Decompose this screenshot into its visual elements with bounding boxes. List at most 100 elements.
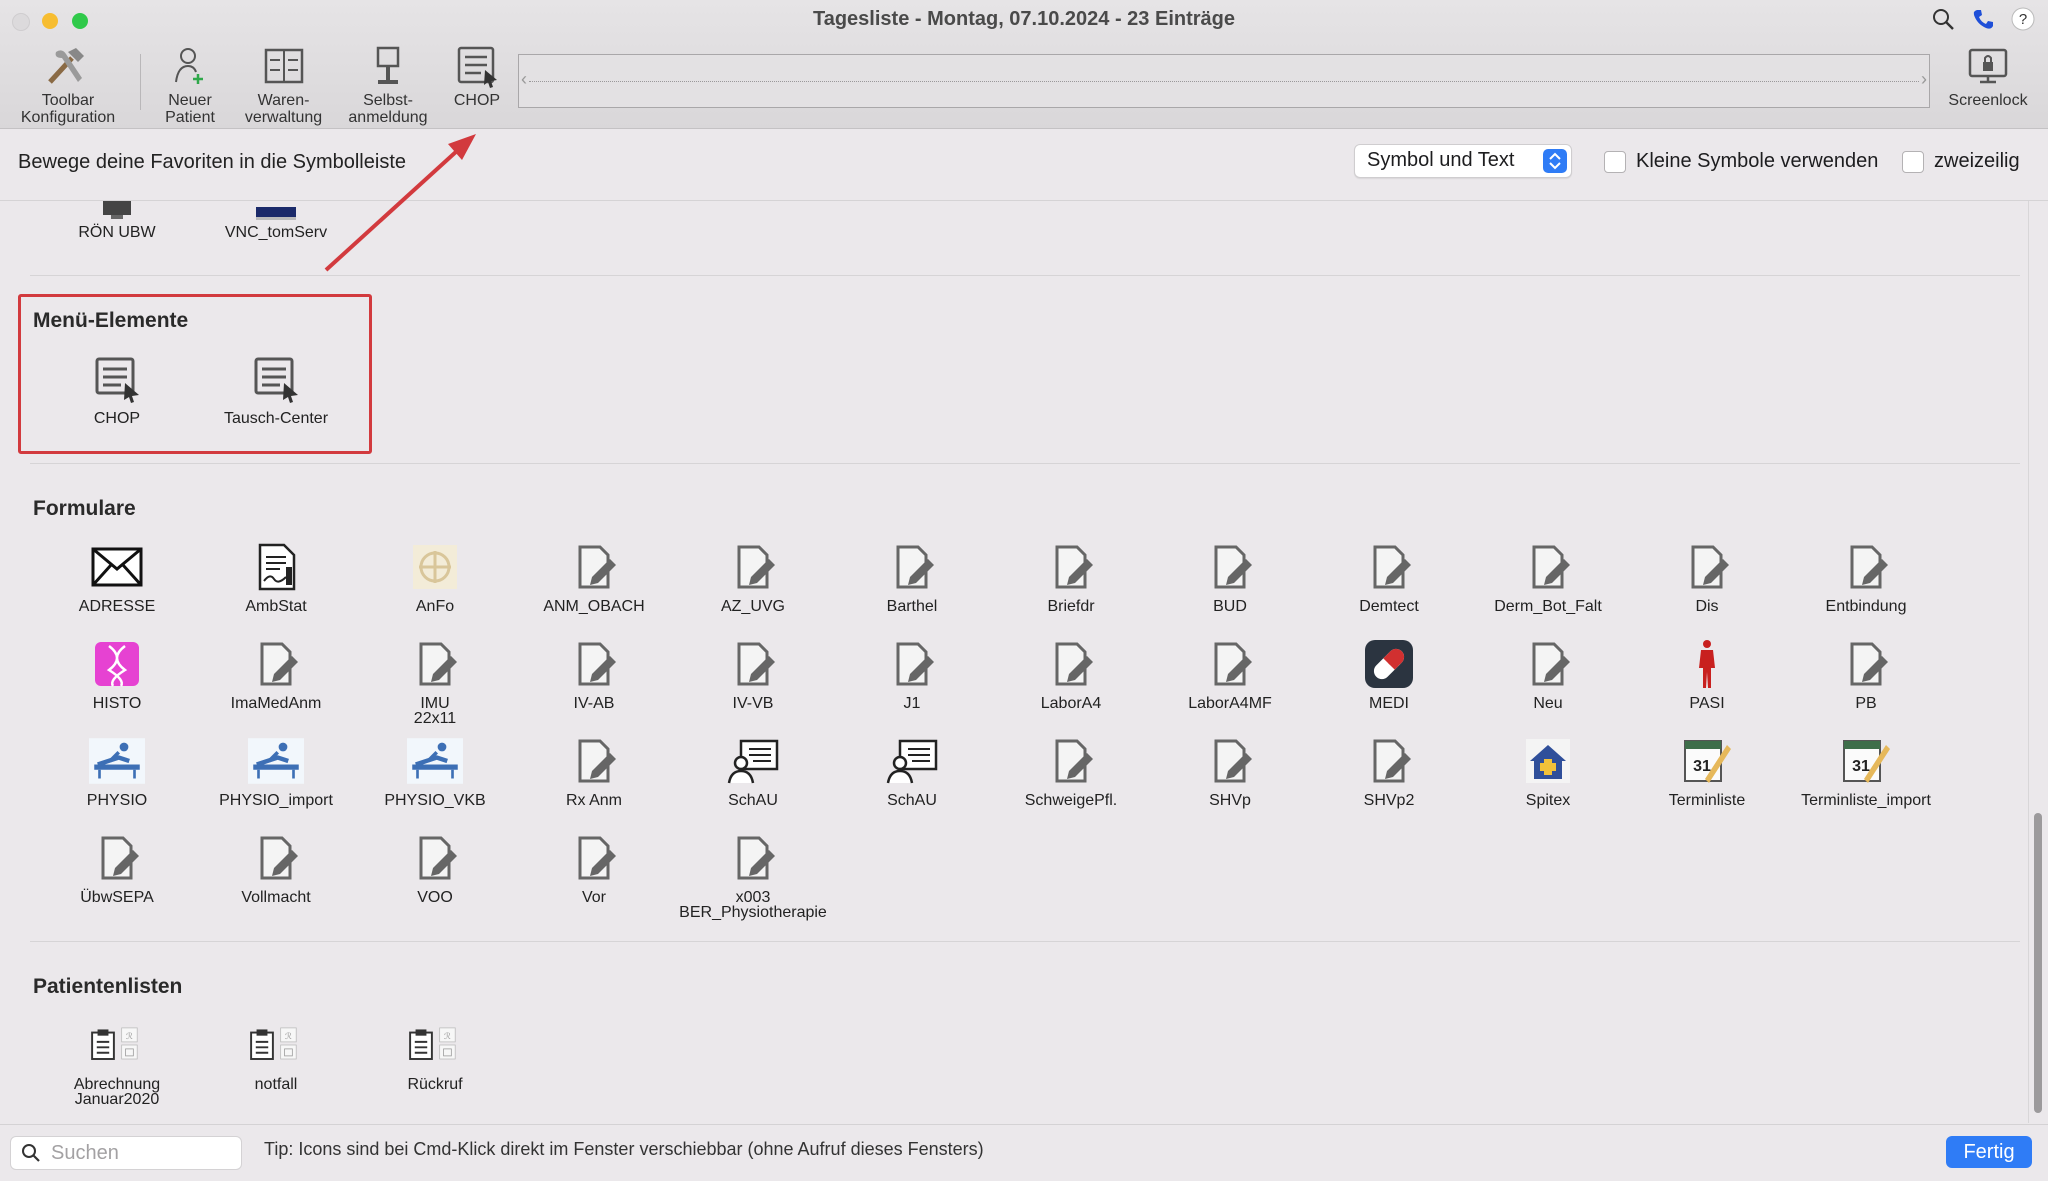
favorite-item[interactable]: Neu [1468,636,1628,712]
phone-icon[interactable] [1970,6,1996,32]
search-input[interactable] [49,1140,233,1166]
vertical-scrollbar[interactable] [2028,201,2048,1123]
favorite-item[interactable]: LaborA4MF [1150,636,1310,712]
toolbar-configuration-button[interactable]: Toolbar Konfiguration [8,44,128,126]
favorite-item-label: PHYSIO_VKB [384,792,486,809]
form-icon [1361,733,1417,789]
new-patient-icon [175,48,203,84]
favorite-item[interactable]: J1 [832,636,992,712]
document-person-icon [725,733,781,789]
favorite-item[interactable]: Dis [1627,539,1787,615]
favorite-item[interactable]: ADRESSE [37,539,197,615]
document-person-icon [884,733,940,789]
goods-icon [264,48,303,84]
favorite-item[interactable]: Briefdr [991,539,1151,615]
favorite-item[interactable]: ℛnotfall [196,1017,356,1093]
favorite-item[interactable]: Entbindung [1786,539,1946,615]
favorite-item[interactable]: Rx Anm [514,733,674,809]
favorite-item[interactable]: ANM_OBACH [514,539,674,615]
form-icon [725,636,781,692]
favorite-item[interactable]: ImaMedAnm [196,636,356,712]
screenlock-button[interactable]: Screenlock [1932,44,2044,109]
favorite-item[interactable]: Derm_Bot_Falt [1468,539,1628,615]
favorite-item[interactable]: Demtect [1309,539,1469,615]
favorite-item[interactable]: PHYSIO [37,733,197,809]
search-icon[interactable] [1930,6,1956,32]
favorite-item[interactable]: IV-VB [673,636,833,712]
favorite-item[interactable]: ℛ Abrechnung Januar2020 [37,1017,197,1108]
favorite-item[interactable]: 31 Terminliste_import [1786,733,1946,809]
favorite-item[interactable]: PHYSIO_import [196,733,356,809]
toolbar-drop-area[interactable]: ‹ › [518,54,1930,108]
favorite-item[interactable]: 31 Terminliste [1627,733,1787,809]
favorite-item[interactable]: SchweigePfl. [991,733,1151,809]
section-title-patient-lists: Patientenlisten [33,975,183,998]
favorite-item[interactable]: Vor [514,830,674,906]
favorite-item[interactable]: SHVp [1150,733,1310,809]
favorite-item[interactable]: IV-AB [514,636,674,712]
terminal-icon [89,201,145,221]
goods-management-button[interactable]: Waren- verwaltung [236,44,331,126]
section-title-forms: Formulare [33,497,136,520]
favorite-item[interactable]: AnFo [355,539,515,615]
favorite-item-label: Abrechnung Januar2020 [73,1076,161,1108]
favorite-item[interactable]: SchAU [673,733,833,809]
form-icon [884,636,940,692]
favorite-item-label: IMU 22x11 [413,695,457,727]
form-icon [248,830,304,886]
section-divider [30,275,2020,276]
physiotherapy-icon [89,733,145,789]
display-mode-select[interactable]: Symbol und Text [1354,144,1572,178]
clipboard-icon: ℛ [89,1017,145,1073]
two-rows-checkbox[interactable]: zweizeilig [1902,150,2020,173]
favorite-item-label: AnFo [415,598,455,615]
favorite-item-label: Derm_Bot_Falt [1494,598,1602,615]
favorite-item[interactable]: PHYSIO_VKB [355,733,515,809]
help-icon[interactable]: ? [2010,6,2036,32]
form-icon [566,636,622,692]
favorite-item[interactable]: VNC_tomServ [196,201,356,241]
favorite-item[interactable]: SHVp2 [1309,733,1469,809]
favorite-item[interactable]: AZ_UVG [673,539,833,615]
favorite-item[interactable]: RÖN UBW [37,201,197,241]
search-icon [22,1144,40,1162]
favorite-item[interactable]: MEDI [1309,636,1469,712]
favorite-item-label: ANM_OBACH [543,598,645,615]
favorite-item[interactable]: ℛ Rückruf [355,1017,515,1093]
favorite-item[interactable]: AmbStat [196,539,356,615]
favorite-item-label: IV-AB [573,695,615,712]
favorite-item-label: HISTO [92,695,142,712]
physiotherapy-icon [248,733,304,789]
favorite-item[interactable]: VOO [355,830,515,906]
favorite-item[interactable]: BUD [1150,539,1310,615]
favorite-item[interactable]: Vollmacht [196,830,356,906]
home-care-icon [1520,733,1576,789]
favorite-item-label: J1 [903,695,921,712]
favorite-item[interactable]: x003 BER_Physiotherapie [673,830,833,921]
svg-text:31: 31 [1852,758,1870,775]
toolbar-chop-button[interactable]: CHOP [440,44,514,109]
favorite-item-label: SchAU [887,792,937,809]
search-field[interactable] [10,1136,242,1170]
favorite-item-label: LaborA4MF [1188,695,1272,712]
favorite-item[interactable]: PB [1786,636,1946,712]
favorite-item[interactable]: ÜbwSEPA [37,830,197,906]
pill-icon [1361,636,1417,692]
favorite-item[interactable]: HISTO [37,636,197,712]
self-checkin-button[interactable]: Selbst- anmeldung [340,44,436,126]
favorite-item-label: Terminliste [1668,792,1746,809]
favorite-item[interactable]: LaborA4 [991,636,1151,712]
favorite-item[interactable]: IMU 22x11 [355,636,515,727]
new-patient-button[interactable]: Neuer Patient [150,44,230,126]
scrollbar-thumb[interactable] [2034,813,2042,1113]
window-titlebar: Tagesliste - Montag, 07.10.2024 - 23 Ein… [0,0,2048,129]
favorite-item[interactable]: Barthel [832,539,992,615]
goods-management-label: Waren- verwaltung [244,92,323,126]
favorite-item[interactable]: SchAU [832,733,992,809]
two-rows-checkbox-box[interactable] [1902,150,1924,173]
small-icons-checkbox-box[interactable] [1604,150,1626,173]
favorite-item[interactable]: Spitex [1468,733,1628,809]
favorite-item[interactable]: PASI [1627,636,1787,712]
small-icons-checkbox[interactable]: Kleine Symbole verwenden [1604,150,1878,173]
done-button[interactable]: Fertig [1946,1136,2032,1168]
